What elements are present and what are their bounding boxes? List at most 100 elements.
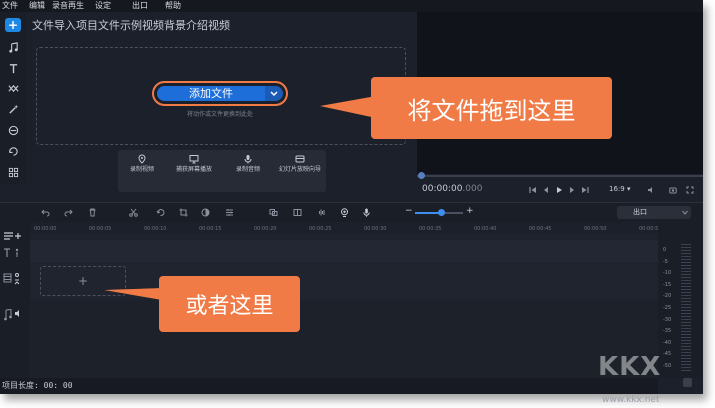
ruler-tick: 00:00:25 xyxy=(309,226,332,232)
filters-icon[interactable] xyxy=(5,123,21,137)
audio-waveform-icon[interactable] xyxy=(316,207,326,217)
crop-icon[interactable] xyxy=(178,207,188,217)
voiceover-microphone-icon[interactable] xyxy=(361,207,371,217)
next-frame-icon[interactable] xyxy=(567,185,576,194)
menu-bar: 文件 编辑 录音再生 设定 出口 帮助 xyxy=(0,0,703,12)
callout-drag-here: 将文件拖到这里 xyxy=(371,77,612,139)
project-length: 项目长度: 00: 00 xyxy=(2,381,73,390)
play-icon[interactable] xyxy=(554,185,563,194)
text-track-lane[interactable] xyxy=(30,240,658,262)
meter-bars xyxy=(681,244,691,372)
zoom-slider-handle[interactable] xyxy=(438,209,445,216)
webcam-icon[interactable] xyxy=(339,207,349,217)
record-video-option[interactable]: 录制视频 xyxy=(118,154,166,174)
video-track-icon xyxy=(3,272,25,285)
add-file-button-group: 添加文件 xyxy=(152,81,288,106)
import-panel-title: 文件导入项目文件示例视频背景介绍视频 xyxy=(32,19,230,32)
volume-icon[interactable] xyxy=(646,185,655,194)
meter-scale-label: -10 xyxy=(663,270,672,277)
video-drop-placeholder[interactable]: + xyxy=(40,266,126,296)
microphone-icon xyxy=(244,155,252,164)
ruler-tick: 00:00:45 xyxy=(529,226,552,232)
text-track-icon xyxy=(3,244,25,257)
fullscreen-icon[interactable] xyxy=(685,185,694,194)
menu-settings[interactable]: 设定 xyxy=(95,0,111,12)
meter-scale-label: -25 xyxy=(663,305,672,311)
export-button[interactable]: 出口 xyxy=(617,206,691,219)
ruler-tick: 00:00:30 xyxy=(364,226,387,232)
zoom-in-button[interactable]: + xyxy=(466,206,474,216)
split-screen-icon[interactable] xyxy=(292,207,302,217)
ruler-tick: 00:00:15 xyxy=(199,226,222,232)
callout-or-here: 或者这里 xyxy=(159,276,300,332)
import-tool-button[interactable]: + xyxy=(5,18,21,32)
ruler-tick: 00:00:00 xyxy=(34,226,57,232)
slideshow-wizard-option[interactable]: 幻灯片放映向导 xyxy=(276,154,324,174)
seek-handle[interactable] xyxy=(418,172,425,179)
menu-playback[interactable]: 录音再生 xyxy=(52,0,84,12)
scroll-right-button[interactable] xyxy=(683,378,692,387)
menu-export[interactable]: 出口 xyxy=(132,0,148,12)
undo-icon[interactable] xyxy=(40,207,50,217)
go-to-end-icon[interactable] xyxy=(580,185,589,194)
audio-track-lane[interactable] xyxy=(30,300,658,378)
menu-file[interactable]: 文件 xyxy=(2,0,18,12)
color-adjust-icon[interactable] xyxy=(200,207,210,217)
meter-scale-label: -50 xyxy=(663,363,672,369)
rotate-icon[interactable] xyxy=(155,207,165,217)
add-file-button[interactable]: 添加文件 xyxy=(157,86,265,101)
add-file-dropdown[interactable] xyxy=(265,86,283,101)
meter-scale-label: -35 xyxy=(663,328,672,335)
ruler-tick: 00:00:35 xyxy=(419,226,442,232)
seek-bar[interactable] xyxy=(417,175,703,177)
previous-frame-icon[interactable] xyxy=(541,185,550,194)
meter-scale-label: -15 xyxy=(663,281,672,288)
slideshow-icon xyxy=(295,155,305,163)
meter-scale-label: 0 xyxy=(663,247,667,253)
transitions-icon[interactable] xyxy=(5,81,21,95)
chevron-down-icon xyxy=(682,210,688,215)
add-track-icon[interactable] xyxy=(3,226,25,240)
cut-icon[interactable] xyxy=(128,207,138,217)
ruler-tick: 00:00:40 xyxy=(474,226,497,232)
status-bar xyxy=(0,378,658,394)
properties-icon[interactable] xyxy=(224,207,234,217)
meter-scale-label: -45 xyxy=(663,351,672,358)
app-window: 文件 编辑 录音再生 设定 出口 帮助 + 文件导入项目文件示例视频背景介绍视频… xyxy=(0,0,703,394)
overlay-icon[interactable] xyxy=(268,207,278,217)
watermark-url: www.kkx.net xyxy=(602,395,660,405)
watermark-logo: KKX xyxy=(598,352,662,382)
more-tools-icon[interactable] xyxy=(5,144,21,158)
delete-icon[interactable] xyxy=(87,207,97,217)
titles-icon[interactable] xyxy=(5,61,21,75)
meter-scale-label: -40 xyxy=(663,339,672,346)
zoom-out-button[interactable]: − xyxy=(405,206,413,216)
record-audio-option[interactable]: 录制音频 xyxy=(224,154,272,174)
timecode: 00:00:00.000 xyxy=(422,184,483,194)
menu-edit[interactable]: 编辑 xyxy=(29,0,45,12)
magic-wand-icon[interactable] xyxy=(5,102,21,116)
screen-capture-option[interactable]: 捕获屏幕播放 xyxy=(170,154,218,174)
drop-hint: 将动作或文件更换到此处 xyxy=(186,111,253,118)
meter-scale-label: -30 xyxy=(663,316,672,323)
ruler-tick: 00:00:20 xyxy=(254,226,277,232)
music-icon[interactable] xyxy=(5,40,21,54)
redo-icon[interactable] xyxy=(63,207,73,217)
location-pin-icon xyxy=(138,154,146,164)
audio-track-icon xyxy=(3,306,25,321)
go-to-start-icon[interactable] xyxy=(528,185,537,194)
menu-help[interactable]: 帮助 xyxy=(165,0,181,12)
import-options-panel: 录制视频 捕获屏幕播放 录制音频 幻灯片放映向导 xyxy=(118,150,326,192)
grid-icon[interactable] xyxy=(5,165,21,179)
ruler-tick: 00:00:50 xyxy=(584,226,607,232)
left-toolbar xyxy=(0,12,26,184)
snapshot-icon[interactable] xyxy=(668,185,677,194)
monitor-icon xyxy=(189,155,199,164)
meter-scale-label: -5 xyxy=(663,258,668,265)
meter-scale-label: -20 xyxy=(663,293,672,300)
ruler-tick: 00:00:05 xyxy=(89,226,112,232)
ruler-tick: 00:00:10 xyxy=(144,226,167,232)
timeline-toolbar xyxy=(0,202,703,222)
aspect-ratio-select[interactable]: 16:9 ▾ xyxy=(609,185,630,193)
timeline-ruler[interactable]: 00:00:00 00:00:05 00:00:10 00:00:15 00:00:20… xyxy=(30,222,661,234)
